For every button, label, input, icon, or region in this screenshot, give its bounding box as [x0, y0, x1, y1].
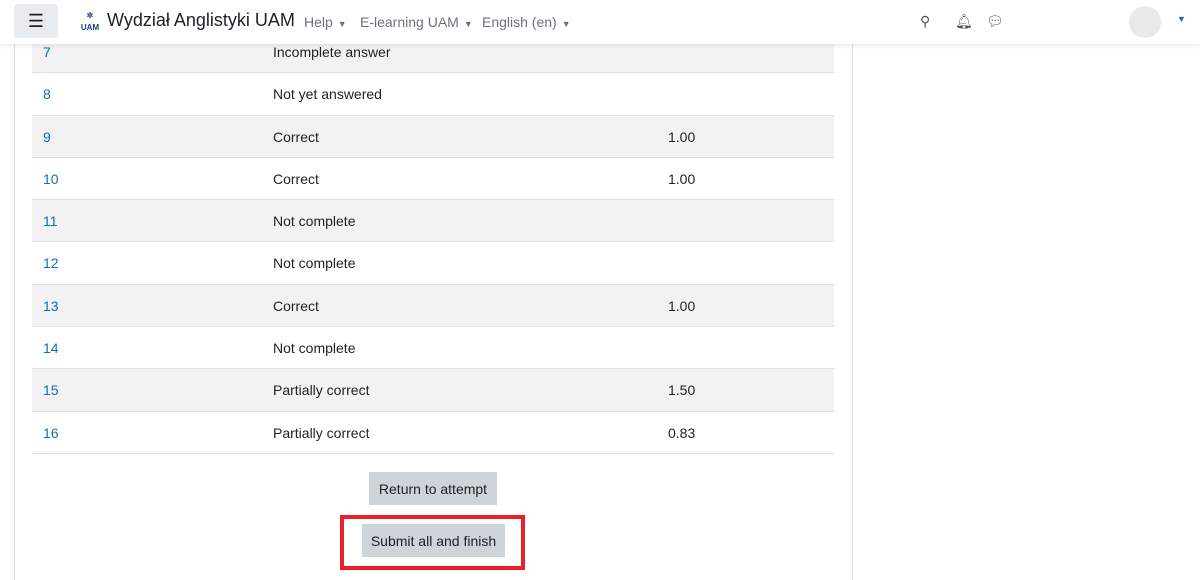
question-status: Not yet answered	[273, 86, 382, 103]
table-row: 10 Correct 1.00	[32, 158, 834, 201]
question-marks: 1.50	[668, 382, 696, 399]
site-logo[interactable]: ✲ UAM	[80, 10, 100, 34]
question-status: Correct	[273, 170, 319, 187]
elearning-menu[interactable]: E-learning UAM ▼	[360, 14, 473, 30]
question-link[interactable]: 15	[43, 382, 59, 398]
question-link[interactable]: 13	[43, 298, 59, 314]
question-marks: 1.00	[668, 170, 696, 187]
search-icon[interactable]: ⚲	[920, 13, 930, 30]
question-link[interactable]: 12	[43, 255, 59, 271]
question-status: Not complete	[273, 213, 356, 230]
attempt-summary-table: 7 Incomplete answer 8 Not yet answered 9 Corr…	[32, 31, 834, 454]
question-marks: 1.00	[668, 128, 696, 145]
question-status: Partially correct	[273, 424, 370, 441]
navbar: ☰ ✲ UAM Wydział Anglistyki UAM Help ▼ E-le…	[0, 0, 1200, 44]
question-marks: 0.83	[668, 424, 696, 441]
user-avatar[interactable]	[1129, 6, 1161, 38]
question-marks: 1.00	[668, 297, 696, 314]
table-row: 15 Partially correct 1.50	[32, 369, 834, 412]
language-menu-label: English (en)	[482, 14, 557, 30]
menu-toggle-button[interactable]: ☰	[14, 4, 58, 38]
table-row: 9 Correct 1.00	[32, 115, 834, 158]
question-status: Partially correct	[273, 382, 370, 399]
question-link[interactable]: 8	[43, 86, 51, 102]
question-status: Incomplete answer	[273, 44, 391, 60]
question-link[interactable]: 16	[43, 425, 59, 441]
question-link[interactable]: 9	[43, 129, 51, 145]
question-link[interactable]: 11	[43, 213, 58, 229]
chat-icon[interactable]: 💬︎	[986, 13, 1004, 30]
submit-all-and-finish-button[interactable]: Submit all and finish	[362, 524, 505, 557]
hamburger-icon: ☰	[27, 10, 45, 31]
table-row: 16 Partially correct 0.83	[32, 412, 834, 454]
elearning-menu-label: E-learning UAM	[360, 14, 459, 30]
question-status: Not complete	[273, 255, 356, 272]
question-status: Not complete	[273, 340, 356, 357]
site-name[interactable]: Wydział Anglistyki UAM	[107, 10, 295, 31]
question-link[interactable]: 14	[43, 340, 59, 356]
help-menu-label: Help	[304, 14, 333, 30]
question-status: Correct	[273, 297, 319, 314]
return-to-attempt-button[interactable]: Return to attempt	[369, 472, 497, 505]
table-row: 11 Not complete	[32, 200, 834, 243]
question-status: Correct	[273, 128, 319, 145]
language-menu[interactable]: English (en) ▼	[482, 14, 571, 30]
caret-down-icon: ▼	[561, 19, 571, 29]
help-menu[interactable]: Help ▼	[304, 14, 347, 30]
caret-down-icon[interactable]: ▼	[1177, 14, 1186, 24]
question-link[interactable]: 10	[43, 171, 59, 187]
caret-down-icon: ▼	[463, 19, 473, 29]
table-row: 14 Not complete	[32, 327, 834, 370]
bell-icon[interactable]: 🔔︎	[955, 13, 973, 30]
caret-down-icon: ▼	[337, 19, 347, 29]
question-link[interactable]: 7	[43, 44, 51, 60]
table-row: 12 Not complete	[32, 242, 834, 285]
table-row: 13 Correct 1.00	[32, 284, 834, 328]
table-row: 8 Not yet answered	[32, 73, 834, 116]
